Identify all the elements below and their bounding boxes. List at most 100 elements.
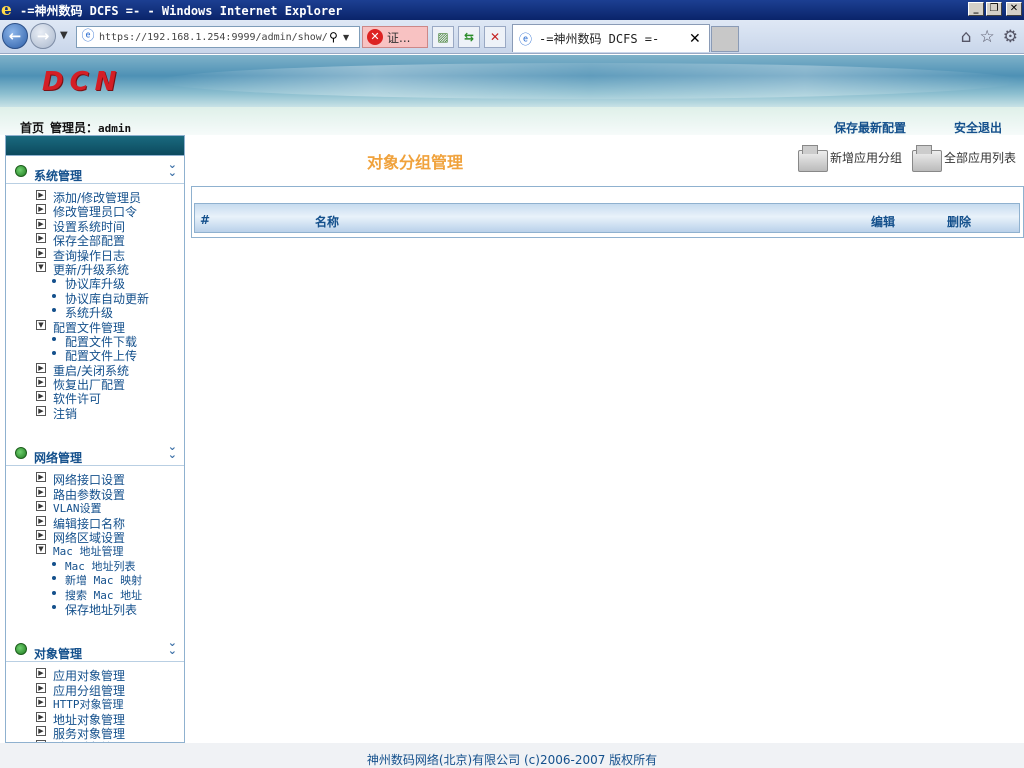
expand-plus-icon: ▶: [36, 218, 46, 229]
gear-icon[interactable]: ⚙: [1003, 27, 1018, 47]
home-link[interactable]: 首页: [20, 119, 44, 136]
admin-label: 管理员：: [50, 121, 99, 135]
sidebar-item-label: 注销: [53, 406, 78, 421]
bullet-dot-icon: [52, 279, 56, 284]
sidebar-item[interactable]: ▶ 添加/修改管理员: [6, 189, 184, 205]
bullet-dot-icon: [52, 351, 56, 356]
expand-minus-icon: ▼: [36, 319, 46, 330]
new-app-group-button[interactable]: 新增应用分组: [798, 143, 903, 172]
sidebar-top-bar: [6, 136, 184, 156]
expand-plus-icon: ▶: [36, 529, 46, 540]
compatibility-view-button[interactable]: ▨: [432, 26, 454, 48]
expand-minus-icon: ▼: [36, 544, 46, 555]
all-app-list-label: 全部应用列表: [944, 150, 1017, 165]
sidebar-item[interactable]: ▶ VLAN设置: [6, 500, 184, 515]
admin-info: 管理员：admin: [50, 119, 131, 136]
forward-button[interactable]: →: [30, 23, 56, 49]
sidebar-item[interactable]: ▼ 更新/升级系统: [6, 261, 184, 277]
sidebar-item[interactable]: ▶ 网络接口设置: [6, 471, 184, 487]
sidebar-item[interactable]: ▶ 网络区域设置: [6, 529, 184, 545]
sidebar-menu-list: ▶ 网络接口设置 ▶ 路由参数设置 ▶ VLAN设置 ▶ 编辑接口名称 ▶ 网络区域设置 ▼ Mac …: [6, 466, 184, 634]
double-chevron-down-icon[interactable]: ⌄ ⌄: [168, 637, 177, 656]
page-icon: ⓔ: [81, 29, 95, 44]
refresh-icon: ⇆: [463, 30, 475, 44]
tab-page-icon: ⓔ: [519, 33, 533, 48]
back-button[interactable]: ←: [2, 23, 28, 49]
sidebar-item[interactable]: ▶ 应用分组管理: [6, 682, 184, 698]
tab-close-icon[interactable]: ✕: [689, 31, 703, 47]
sidebar-subitem[interactable]: Mac 地址列表: [6, 558, 184, 573]
stop-icon: ✕: [489, 30, 501, 44]
sidebar-item[interactable]: ▶ 查询操作日志: [6, 247, 184, 263]
minimize-button[interactable]: _: [968, 2, 984, 16]
expand-plus-icon: ▶: [36, 486, 46, 497]
sidebar-item[interactable]: ▶ 保存全部配置: [6, 232, 184, 248]
sidebar-item[interactable]: ▼ Mac 地址管理: [6, 543, 184, 558]
sidebar-subitem[interactable]: 配置文件下载: [6, 333, 184, 349]
double-chevron-down-icon[interactable]: ⌄ ⌄: [168, 159, 177, 178]
favorites-star-icon[interactable]: ☆: [980, 27, 995, 47]
expand-plus-icon: ▶: [36, 668, 46, 679]
sidebar-subitem[interactable]: 系统升级: [6, 304, 184, 320]
sidebar-item[interactable]: ▶ 服务对象管理: [6, 725, 184, 741]
sidebar-item[interactable]: ▶ 修改管理员口令: [6, 203, 184, 219]
compatibility-icon: ▨: [437, 30, 449, 44]
expand-minus-icon: ▼: [36, 261, 46, 272]
history-dropdown-icon[interactable]: ▼: [60, 30, 68, 41]
logout-link[interactable]: 安全退出: [954, 119, 1002, 136]
double-chevron-down-icon[interactable]: ⌄ ⌄: [168, 441, 177, 460]
sidebar-item[interactable]: ▶ 注销: [6, 405, 184, 421]
sidebar-section-header[interactable]: 系统管理 ⌄ ⌄: [6, 156, 184, 184]
group-table-header: # 名称 编辑 删除: [194, 203, 1020, 233]
address-dropdown-icon[interactable]: ▼: [343, 33, 353, 42]
certificate-error-button[interactable]: ✕ 证...: [362, 26, 428, 48]
sidebar-item[interactable]: ▶ 恢复出厂配置: [6, 376, 184, 392]
sidebar-menu: 系统管理 ⌄ ⌄ ▶ 添加/修改管理员 ▶ 修改管理员口令 ▶ 设置系统时间 ▶ 保存全部配置 ▶ 查询…: [5, 135, 185, 743]
close-window-button[interactable]: ✕: [1006, 2, 1022, 16]
ie-logo-icon: e: [1, 0, 12, 20]
bullet-dot-icon: [52, 604, 56, 609]
stop-button[interactable]: ✕: [484, 26, 506, 48]
sidebar-subitem[interactable]: 保存地址列表: [6, 601, 184, 617]
expand-plus-icon: ▶: [36, 405, 46, 416]
column-name: 名称: [315, 215, 340, 229]
expand-plus-icon: ▶: [36, 725, 46, 736]
browser-tab[interactable]: ⓔ -=神州数码 DCFS =- ✕: [512, 24, 710, 52]
bullet-dot-icon: [52, 308, 56, 313]
expand-plus-icon: ▶: [36, 682, 46, 693]
sidebar-subitem[interactable]: 协议库升级: [6, 275, 184, 291]
sidebar-item[interactable]: ▶ 软件许可: [6, 390, 184, 406]
sidebar-item[interactable]: ▶ 重启/关闭系统: [6, 362, 184, 378]
sidebar-section-title: 对象管理: [34, 647, 83, 662]
sidebar-subitem[interactable]: 协议库自动更新: [6, 290, 184, 306]
page-title: 对象分组管理: [367, 153, 464, 172]
refresh-button[interactable]: ⇆: [458, 26, 480, 48]
expand-plus-icon: ▶: [36, 391, 46, 402]
sidebar-item[interactable]: ▶ 设置系统时间: [6, 218, 184, 234]
expand-plus-icon: ▶: [36, 501, 46, 512]
new-tab-button[interactable]: [711, 26, 739, 52]
save-config-link[interactable]: 保存最新配置: [834, 119, 906, 136]
home-icon[interactable]: ⌂: [961, 27, 972, 47]
sidebar-section-header[interactable]: 网络管理 ⌄ ⌄: [6, 438, 184, 467]
sidebar-item[interactable]: ▼ 配置文件管理: [6, 319, 184, 335]
sidebar-item[interactable]: ▶ 编辑接口名称: [6, 515, 184, 531]
new-app-group-label: 新增应用分组: [830, 150, 903, 165]
window-titlebar: e -=神州数码 DCFS =- - Windows Internet Expl…: [0, 0, 1024, 20]
address-url[interactable]: https://192.168.1.254:9999/admin/show/: [99, 32, 327, 43]
sidebar-subitem[interactable]: 配置文件上传: [6, 347, 184, 363]
bullet-dot-icon: [52, 293, 56, 298]
search-icon[interactable]: ⚲: [329, 30, 343, 44]
sidebar-item[interactable]: ▶ HTTP对象管理: [6, 696, 184, 711]
green-bullet-icon: [15, 447, 27, 460]
sidebar-section-header[interactable]: 对象管理 ⌄ ⌄: [6, 634, 184, 663]
sidebar-item[interactable]: ▶ 应用对象管理: [6, 667, 184, 683]
maximize-button[interactable]: ❐: [986, 2, 1002, 16]
sidebar-item[interactable]: ▶ 路由参数设置: [6, 486, 184, 502]
sidebar-menu-list: ▶ 添加/修改管理员 ▶ 修改管理员口令 ▶ 设置系统时间 ▶ 保存全部配置 ▶ 查询操作日志 ▼ 更…: [6, 184, 184, 438]
sidebar-subitem[interactable]: 新增 Mac 映射: [6, 572, 184, 587]
sidebar-item[interactable]: ▶ 地址对象管理: [6, 711, 184, 727]
address-bar[interactable]: ⓔ https://192.168.1.254:9999/admin/show/…: [76, 26, 360, 48]
sidebar-subitem[interactable]: 搜索 Mac 地址: [6, 587, 184, 602]
all-app-list-button[interactable]: 全部应用列表: [912, 143, 1017, 172]
